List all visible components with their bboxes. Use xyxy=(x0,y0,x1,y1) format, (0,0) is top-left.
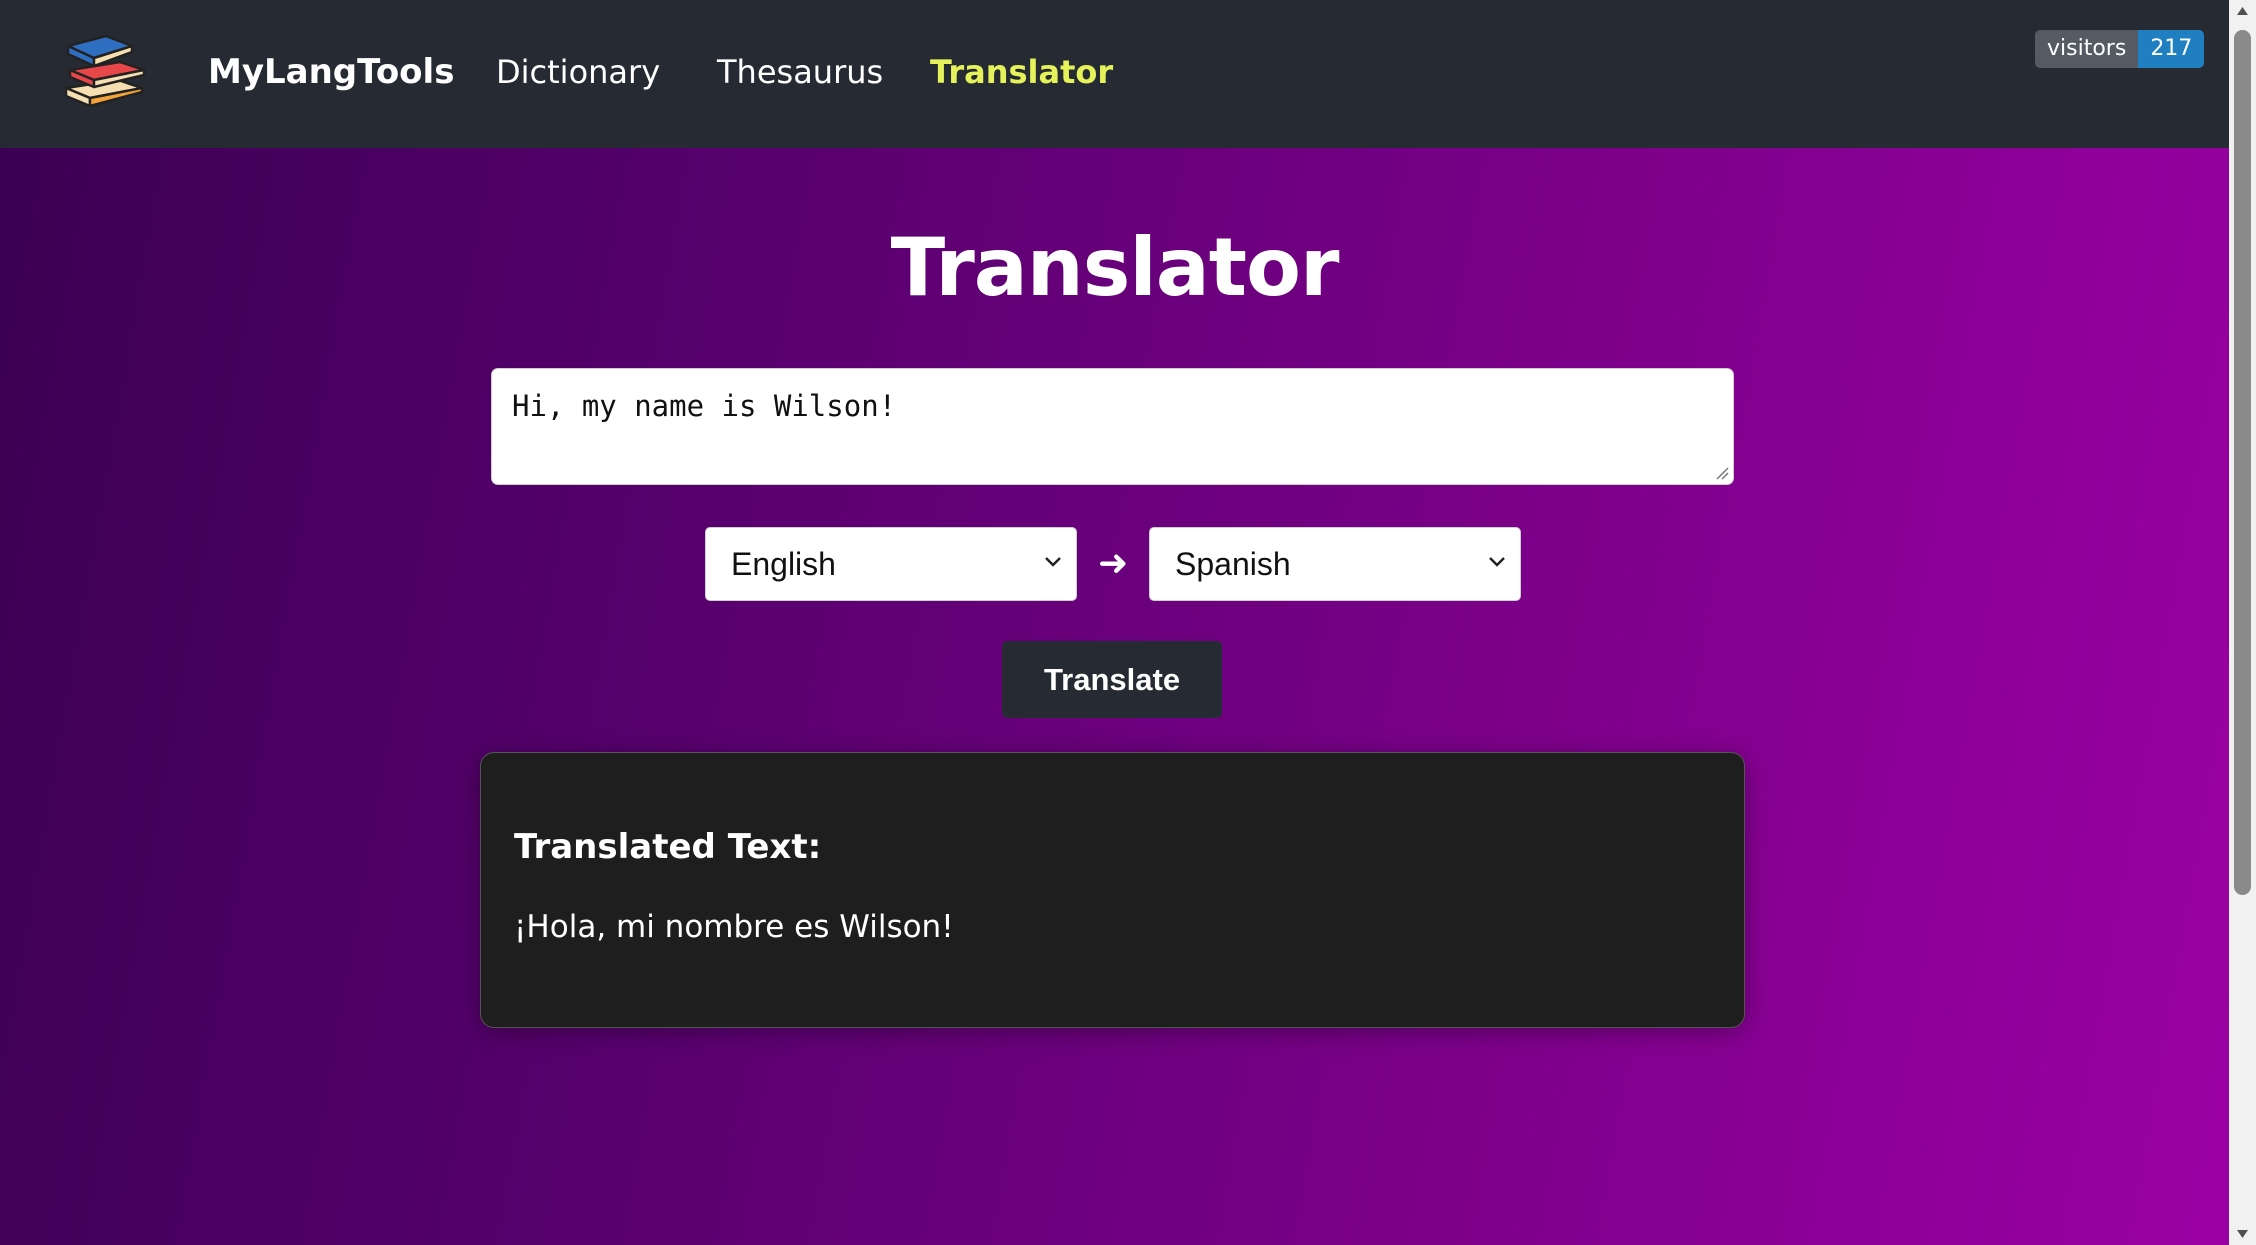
scroll-down-arrow-icon[interactable] xyxy=(2236,1229,2249,1239)
target-language-value: Spanish xyxy=(1175,546,1291,582)
source-text-input[interactable]: Hi, my name is Wilson! xyxy=(491,368,1734,485)
source-text-value: Hi, my name is Wilson! xyxy=(512,389,897,423)
source-language-select[interactable]: English xyxy=(705,527,1077,601)
visitors-badge: visitors 217 xyxy=(2035,30,2205,68)
brand-name[interactable]: MyLangTools xyxy=(208,48,454,96)
chevron-down-icon xyxy=(1489,557,1505,567)
arrow-right-icon: ➜ xyxy=(1098,543,1129,584)
translate-button[interactable]: Translate xyxy=(1002,641,1222,718)
translated-text: ¡Hola, mi nombre es Wilson! xyxy=(514,909,954,945)
chevron-down-icon xyxy=(1045,557,1061,567)
scroll-up-arrow-icon[interactable] xyxy=(2236,6,2249,16)
scrollbar-thumb[interactable] xyxy=(2234,30,2251,895)
result-heading: Translated Text: xyxy=(514,827,822,867)
source-language-value: English xyxy=(731,546,836,582)
translation-result-card: Translated Text: ¡Hola, mi nombre es Wil… xyxy=(480,752,1745,1028)
page-background: MyLangTools Dictionary Thesaurus Transla… xyxy=(0,0,2229,1245)
nav-link-thesaurus[interactable]: Thesaurus xyxy=(717,48,883,96)
resize-grip-icon[interactable] xyxy=(1715,466,1729,480)
nav-link-translator[interactable]: Translator xyxy=(930,48,1113,96)
visitors-badge-label: visitors xyxy=(2035,30,2139,68)
visitors-badge-count: 217 xyxy=(2138,30,2205,68)
nav-link-dictionary[interactable]: Dictionary xyxy=(496,48,660,96)
vertical-scrollbar[interactable] xyxy=(2229,0,2256,1245)
page-title: Translator xyxy=(890,221,1340,314)
books-logo-icon[interactable] xyxy=(60,30,150,110)
top-navbar: MyLangTools Dictionary Thesaurus Transla… xyxy=(0,0,2229,148)
target-language-select[interactable]: Spanish xyxy=(1149,527,1521,601)
